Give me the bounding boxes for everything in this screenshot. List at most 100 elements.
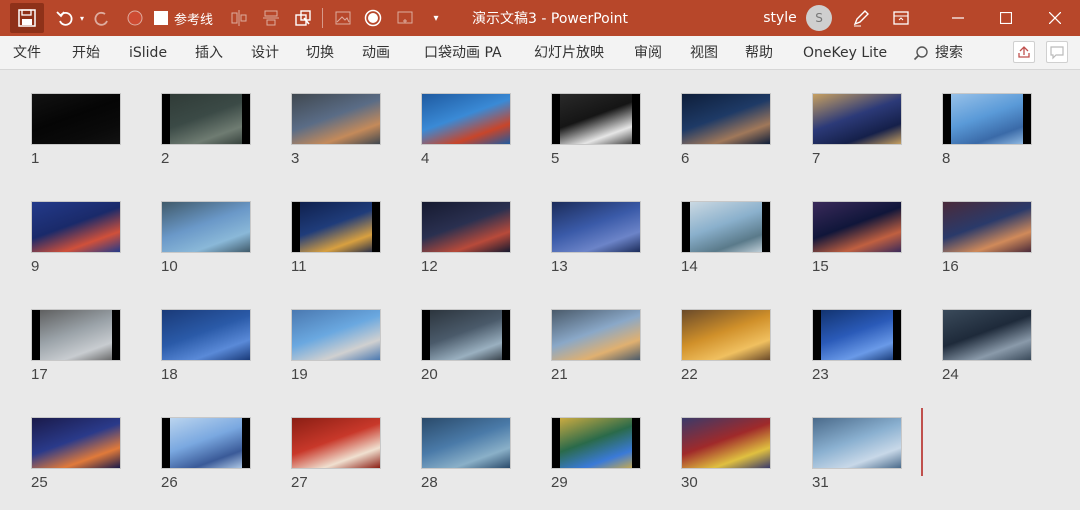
slide-image [31, 201, 121, 253]
slide-image [31, 417, 121, 469]
slide-image [421, 417, 511, 469]
slide-image [812, 201, 902, 253]
align-center-icon[interactable] [224, 0, 254, 36]
slide-thumbnail-6[interactable]: 6 [681, 93, 773, 173]
tab-help[interactable]: 帮助 [745, 36, 773, 70]
tab-onekey-lite[interactable]: OneKey Lite [803, 36, 887, 70]
guides-label: 参考线 [174, 12, 214, 28]
tab-view[interactable]: 视图 [690, 36, 718, 70]
slide-thumbnail-12[interactable]: 12 [421, 201, 513, 281]
undo-icon [56, 11, 73, 26]
slide-number: 9 [31, 258, 40, 275]
slide-number: 1 [31, 150, 40, 167]
tab-slideshow[interactable]: 幻灯片放映 [534, 36, 604, 70]
slide-image [551, 201, 641, 253]
slide-image [31, 93, 121, 145]
image-icon[interactable] [328, 0, 358, 36]
slide-thumbnail-23[interactable]: 23 [812, 309, 904, 389]
minimize-button[interactable] [935, 0, 981, 36]
tab-islide[interactable]: iSlide [129, 36, 167, 70]
tab-design[interactable]: 设计 [251, 36, 279, 70]
slide-thumbnail-29[interactable]: 29 [551, 417, 643, 497]
tab-home[interactable]: 开始 [72, 36, 100, 70]
slide-thumbnail-8[interactable]: 8 [942, 93, 1034, 173]
slide-thumbnail-11[interactable]: 11 [291, 201, 383, 281]
slide-image [421, 93, 511, 145]
tab-file[interactable]: 文件 [13, 36, 41, 70]
search-icon [913, 46, 928, 61]
undo-button[interactable] [50, 0, 80, 36]
slide-thumbnail-30[interactable]: 30 [681, 417, 773, 497]
slide-image [161, 309, 251, 361]
tab-review[interactable]: 审阅 [634, 36, 662, 70]
slide-thumbnail-14[interactable]: 14 [681, 201, 773, 281]
slide-thumbnail-17[interactable]: 17 [31, 309, 123, 389]
slide-image [812, 417, 902, 469]
slide-thumbnail-25[interactable]: 25 [31, 417, 123, 497]
slide-thumbnail-5[interactable]: 5 [551, 93, 643, 173]
slide-number: 16 [942, 258, 959, 275]
tab-animations[interactable]: 动画 [362, 36, 390, 70]
slide-thumbnail-24[interactable]: 24 [942, 309, 1034, 389]
slide-number: 12 [421, 258, 438, 275]
guides-checkbox[interactable] [154, 11, 168, 25]
slide-thumbnail-27[interactable]: 27 [291, 417, 383, 497]
minimize-icon [952, 17, 964, 19]
search-label: 搜索 [935, 45, 963, 61]
tab-transitions[interactable]: 切换 [306, 36, 334, 70]
slide-number: 20 [421, 366, 438, 383]
slide-thumbnail-18[interactable]: 18 [161, 309, 253, 389]
slide-thumbnail-22[interactable]: 22 [681, 309, 773, 389]
slide-thumbnail-26[interactable]: 26 [161, 417, 253, 497]
close-button[interactable] [1032, 0, 1078, 36]
slide-thumbnail-4[interactable]: 4 [421, 93, 513, 173]
tell-me-search[interactable]: 搜索 [913, 36, 963, 70]
slide-number: 18 [161, 366, 178, 383]
slide-thumbnail-19[interactable]: 19 [291, 309, 383, 389]
slide-number: 14 [681, 258, 698, 275]
screenshot-icon[interactable] [390, 0, 420, 36]
tab-pocket-animation[interactable]: 口袋动画 PA [424, 36, 502, 70]
slide-number: 27 [291, 474, 308, 491]
comments-button[interactable] [1046, 41, 1068, 63]
user-name[interactable]: style [757, 0, 803, 36]
document-title: 演示文稿3 - PowerPoint [472, 11, 628, 27]
slide-thumbnail-20[interactable]: 20 [421, 309, 513, 389]
slide-number: 28 [421, 474, 438, 491]
maximize-button[interactable] [983, 0, 1029, 36]
slide-image [812, 309, 902, 361]
slide-thumbnail-13[interactable]: 13 [551, 201, 643, 281]
slide-image [681, 93, 771, 145]
save-button[interactable] [10, 3, 44, 33]
slide-thumbnail-28[interactable]: 28 [421, 417, 513, 497]
align-middle-icon[interactable] [256, 0, 286, 36]
user-avatar-button[interactable]: S [806, 0, 832, 36]
slide-thumbnail-2[interactable]: 2 [161, 93, 253, 173]
tab-insert[interactable]: 插入 [195, 36, 223, 70]
slide-thumbnail-7[interactable]: 7 [812, 93, 904, 173]
slide-thumbnail-21[interactable]: 21 [551, 309, 643, 389]
slide-number: 11 [291, 258, 307, 275]
select-pane-icon[interactable] [288, 0, 318, 36]
slide-image [291, 309, 381, 361]
undo-dropdown-icon[interactable]: ▾ [77, 0, 87, 36]
slide-image [421, 309, 511, 361]
slide-thumbnail-9[interactable]: 9 [31, 201, 123, 281]
slide-thumbnail-31[interactable]: 31 [812, 417, 904, 497]
pen-icon[interactable] [846, 0, 876, 36]
guides-toggle[interactable]: 参考线 [154, 0, 213, 36]
slide-thumbnail-3[interactable]: 3 [291, 93, 383, 173]
slide-thumbnail-10[interactable]: 10 [161, 201, 253, 281]
redo-button[interactable] [87, 0, 117, 36]
slide-number: 13 [551, 258, 568, 275]
slide-number: 19 [291, 366, 308, 383]
record-button[interactable] [120, 0, 150, 36]
slide-thumbnail-1[interactable]: 1 [31, 93, 123, 173]
slide-thumbnail-15[interactable]: 15 [812, 201, 904, 281]
share-button[interactable] [1013, 41, 1035, 63]
avatar: S [806, 5, 832, 31]
slide-image [291, 417, 381, 469]
slide-thumbnail-16[interactable]: 16 [942, 201, 1034, 281]
ribbon-display-options-icon[interactable] [886, 0, 916, 36]
circle-tool-icon[interactable] [358, 0, 388, 36]
